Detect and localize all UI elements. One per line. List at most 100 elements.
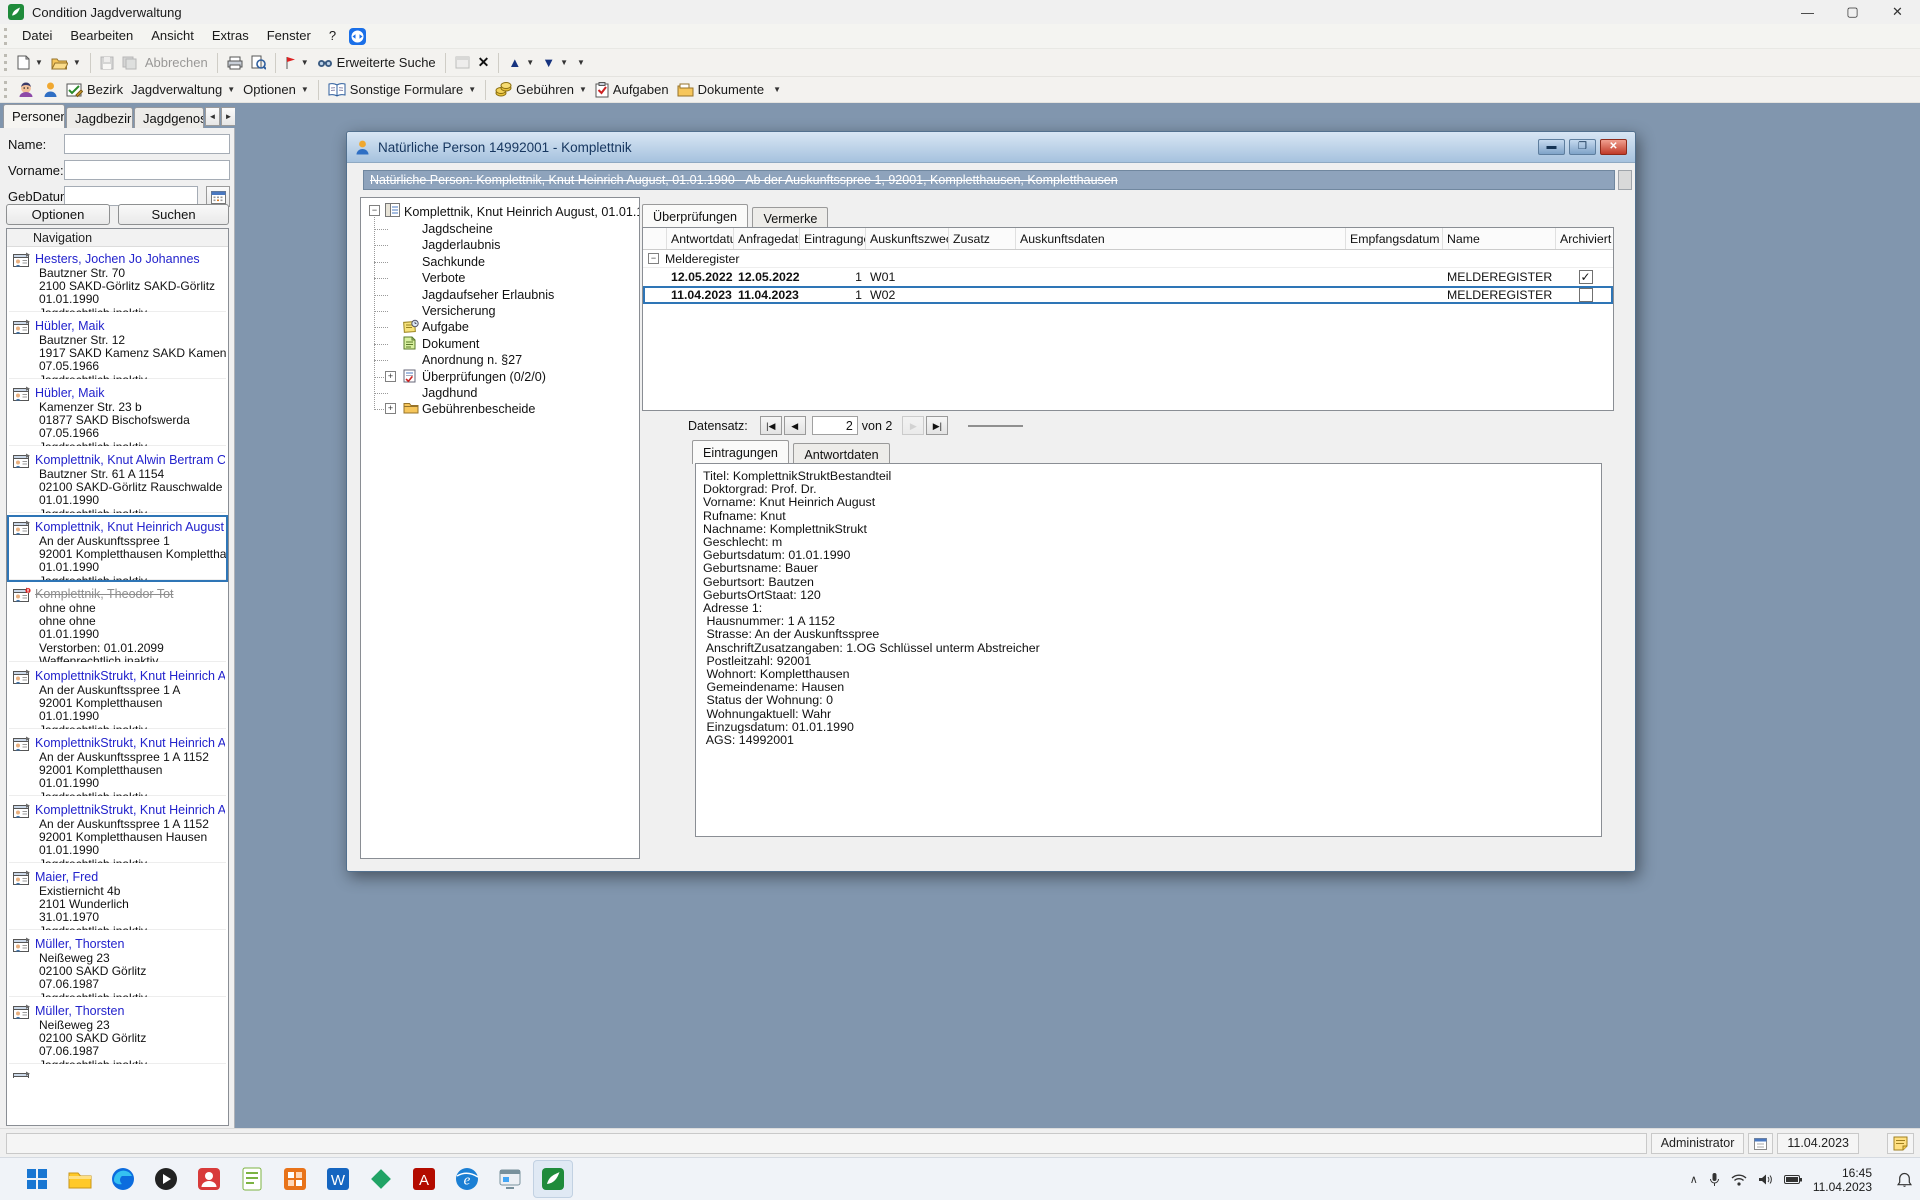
wifi-icon[interactable] [1731, 1173, 1747, 1186]
table-row[interactable]: 12.05.202212.05.20221W01MELDEREGISTER✓ [643, 268, 1613, 286]
erweiterte-suche-button[interactable]: Erweiterte Suche [313, 51, 440, 74]
flag-button[interactable]: ▼ [281, 51, 313, 74]
tree-root-item[interactable]: − Komplettnik, Knut Heinrich August, 01.… [361, 203, 639, 221]
window-close-button[interactable]: ✕ [1875, 0, 1920, 24]
window-minimize-button[interactable]: — [1785, 0, 1830, 24]
table-row[interactable]: 11.04.202311.04.20231W02MELDEREGISTER [643, 286, 1613, 304]
person-list-item[interactable]: Hübler, MaikBautzner Str. 121917 SAKD Ka… [7, 314, 228, 381]
taskbar-icon-notes-app[interactable] [232, 1160, 272, 1198]
menu-item-datei[interactable]: Datei [13, 24, 61, 47]
tree-item-versicherung[interactable]: Versicherung [361, 303, 639, 319]
tree-item-label[interactable]: Verbote [422, 271, 465, 285]
aufgaben-button[interactable]: Aufgaben [591, 78, 673, 101]
tree-item-verbote[interactable]: Verbote [361, 270, 639, 286]
last-record-button[interactable]: ▶| [926, 416, 948, 435]
tree-expand-icon[interactable]: + [385, 403, 396, 414]
tab-scroll-left[interactable]: ◄ [205, 107, 220, 126]
person-list-item[interactable]: KomplettnikStrukt, Knut Heinrich AugustA… [7, 731, 228, 798]
tab-antwortdaten[interactable]: Antwortdaten [793, 443, 889, 464]
person-list-item[interactable]: Komplettnik, Theodor Totohne ohneohne oh… [7, 582, 228, 664]
column-header-empfangsdatum[interactable]: Empfangsdatum [1346, 228, 1443, 249]
menu-item-help[interactable]: ? [320, 24, 345, 47]
tree-item-label[interactable]: Jagdscheine [422, 222, 493, 236]
gebdatum-input[interactable] [64, 186, 198, 206]
dialog-titlebar[interactable]: Natürliche Person 14992001 - Komplettnik… [347, 132, 1635, 163]
open-button[interactable]: ▼ [47, 51, 85, 74]
group-collapse-icon[interactable]: − [648, 253, 659, 264]
taskbar-icon-start[interactable] [17, 1160, 57, 1198]
record-number-input[interactable]: 2 [812, 416, 858, 435]
taskbar-icon-office-app[interactable] [275, 1160, 315, 1198]
tab-personen[interactable]: Personen [3, 104, 65, 128]
tree-item-label[interactable]: Anordnung n. §27 [422, 353, 522, 367]
tab-jagdbezirke[interactable]: Jagdbezirke [66, 107, 133, 128]
tree-item-label[interactable]: Sachkunde [422, 255, 485, 269]
menu-item-extras[interactable]: Extras [203, 24, 258, 47]
teamviewer-icon[interactable] [349, 28, 366, 45]
column-header-archiviert[interactable]: Archiviert [1556, 228, 1614, 249]
archiviert-checkbox[interactable] [1579, 288, 1593, 302]
taskbar-icon-acrobat[interactable]: A [404, 1160, 444, 1198]
gebuehren-button[interactable]: Gebühren▼ [491, 78, 591, 101]
person-list-item[interactable]: Maier, FredExistiernicht 4b2101 Wunderli… [7, 865, 228, 932]
tab-ueberpruefungen[interactable]: Überprüfungen [642, 204, 748, 228]
tree-item-label[interactable]: Überprüfungen (0/2/0) [422, 370, 546, 384]
module-toolbar-overflow[interactable]: ▼ [768, 78, 785, 101]
dialog-maximize-button[interactable]: ❐ [1569, 139, 1596, 155]
optionen-menu[interactable]: Optionen▼ [239, 78, 313, 101]
tree-collapse-icon[interactable]: − [369, 205, 380, 216]
column-header-selector[interactable] [643, 228, 667, 249]
tree-item-label[interactable]: Dokument [422, 337, 479, 351]
menu-item-fenster[interactable]: Fenster [258, 24, 320, 47]
jagdverwaltung-menu[interactable]: Jagdverwaltung▼ [127, 78, 239, 101]
tree-item-anordnung-n-27[interactable]: Anordnung n. §27 [361, 352, 639, 368]
taskbar-icon-file-explorer[interactable] [60, 1160, 100, 1198]
tree-item-aufgabe[interactable]: Aufgabe [361, 319, 639, 335]
tree-item-label[interactable]: Aufgabe [422, 320, 469, 334]
vorname-input[interactable] [64, 160, 230, 180]
toolbar-overflow[interactable]: ▼ [572, 51, 589, 74]
detail-text[interactable]: Titel: KomplettnikStruktBestandteil Dokt… [696, 464, 1601, 753]
person-list-item[interactable]: KomplettnikStrukt, Knut Heinrich AugustA… [7, 664, 228, 731]
suchen-button[interactable]: Suchen [118, 204, 229, 225]
tree-item-jagdhund[interactable]: Jagdhund [361, 385, 639, 401]
person-list-item[interactable]: Komplettnik, Knut Heinrich AugustAn der … [7, 515, 228, 582]
tab-scroll-right[interactable]: ► [221, 107, 236, 126]
tree-item-gebührenbescheide[interactable]: +Gebührenbescheide [361, 401, 639, 417]
dokumente-button[interactable]: Dokumente [673, 78, 768, 101]
person-list-item[interactable]: Komplettnik, Knut Alwin Bertram ChristBa… [7, 448, 228, 515]
tray-expand-icon[interactable]: ∧ [1690, 1173, 1698, 1186]
window-maximize-button[interactable]: ▢ [1830, 0, 1875, 24]
taskbar-icon-jagdverwaltung[interactable] [533, 1160, 573, 1198]
table-group-row[interactable]: − Melderegister [643, 250, 1613, 268]
print-button[interactable] [223, 51, 247, 74]
taskbar-icon-diamond-app[interactable] [361, 1160, 401, 1198]
speaker-icon[interactable] [1758, 1173, 1773, 1186]
tree-item-sachkunde[interactable]: Sachkunde [361, 254, 639, 270]
navigate-up-button[interactable]: ▲▼ [504, 51, 538, 74]
tree-item-label[interactable]: Jagdhund [422, 386, 477, 400]
name-input[interactable] [64, 134, 230, 154]
person-button[interactable] [39, 78, 62, 101]
tree-item-label[interactable]: Versicherung [422, 304, 496, 318]
person-list-item[interactable]: Müller, ThorstenNeißeweg 2302100 SAKD Gö… [7, 999, 228, 1066]
battery-icon[interactable] [1784, 1174, 1802, 1185]
delete-button[interactable]: ✕ [474, 51, 494, 74]
taskbar-icon-media-app[interactable] [146, 1160, 186, 1198]
navigate-down-button[interactable]: ▼▼ [538, 51, 572, 74]
person-list-item[interactable] [7, 1066, 228, 1080]
tree-root-label[interactable]: Komplettnik, Knut Heinrich August, 01.01… [404, 205, 640, 219]
archiviert-checkbox[interactable]: ✓ [1579, 270, 1593, 284]
tab-eintragungen[interactable]: Eintragungen [692, 440, 789, 464]
person-list-item[interactable]: Müller, ThorstenNeißeweg 2302100 SAKD Gö… [7, 932, 228, 999]
statusbar-note-icon[interactable] [1887, 1133, 1914, 1154]
tree-item-dokument[interactable]: Dokument [361, 336, 639, 352]
tab-jagdgenossen[interactable]: Jagdgenossen [134, 107, 204, 128]
menu-item-ansicht[interactable]: Ansicht [142, 24, 203, 47]
microphone-icon[interactable] [1709, 1172, 1720, 1187]
first-record-button[interactable]: |◀ [760, 416, 782, 435]
column-header-auskunftsdaten[interactable]: Auskunftsdaten [1016, 228, 1346, 249]
dialog-minimize-button[interactable]: ▬ [1538, 139, 1565, 155]
taskbar-icon-docs-app[interactable]: W [318, 1160, 358, 1198]
taskbar-icon-edge[interactable] [103, 1160, 143, 1198]
